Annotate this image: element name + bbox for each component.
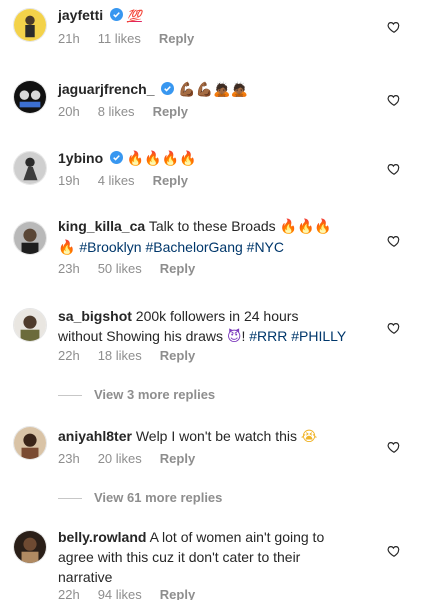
emoji-crying: 😭 xyxy=(300,429,318,445)
emoji-fire: 🔥 xyxy=(58,240,76,256)
divider xyxy=(58,498,82,500)
hashtags[interactable]: #Brooklyn #BachelorGang #NYC xyxy=(79,239,284,255)
divider xyxy=(58,395,82,397)
comment-meta: 22h 18 likes Reply xyxy=(58,348,213,363)
heart-icon[interactable] xyxy=(387,544,401,558)
comment-likes[interactable]: 8 likes xyxy=(98,104,135,119)
comment-likes[interactable]: 94 likes xyxy=(98,587,142,600)
view-more-label: View 3 more replies xyxy=(94,387,216,402)
heart-icon[interactable] xyxy=(387,93,401,107)
comment-meta: 21h 11 likes Reply xyxy=(58,31,212,46)
comment-time: 19h xyxy=(58,173,80,188)
comment-likes[interactable]: 4 likes xyxy=(98,173,135,188)
emoji-hundred: 💯 xyxy=(126,9,142,23)
comment-text: A lot of women ain't going to xyxy=(149,529,325,545)
comment-username[interactable]: sa_bigshot xyxy=(58,308,132,324)
comment-time: 23h xyxy=(58,261,80,276)
verified-badge-icon xyxy=(110,151,124,164)
comment-username[interactable]: aniyahl8ter xyxy=(58,428,132,444)
emoji-group: 💪🏾💪🏾🙇🏾🙇🏾 xyxy=(178,82,248,98)
avatar[interactable] xyxy=(13,80,47,114)
comment-text-punct: ! xyxy=(241,328,246,344)
comment-meta: 23h 50 likes Reply xyxy=(58,261,213,276)
reply-button[interactable]: Reply xyxy=(160,451,195,466)
comment-text: Welp I won't be watch this xyxy=(135,428,297,444)
heart-icon[interactable] xyxy=(387,234,401,248)
comment-username[interactable]: belly.rowland xyxy=(58,529,146,545)
reply-button[interactable]: Reply xyxy=(160,587,195,600)
emoji-fire: 🔥🔥🔥 xyxy=(279,219,332,235)
avatar[interactable] xyxy=(13,151,47,185)
reply-button[interactable]: Reply xyxy=(160,348,195,363)
heart-icon[interactable] xyxy=(387,162,401,176)
comment-text-continued: agree with this cuz it don't cater to th… xyxy=(58,549,301,565)
comment-likes[interactable]: 18 likes xyxy=(98,348,142,363)
view-more-replies-button[interactable]: View 61 more replies xyxy=(58,490,222,505)
comment-meta: 22h 94 likes Reply xyxy=(58,587,213,600)
reply-button[interactable]: Reply xyxy=(160,261,195,276)
heart-icon[interactable] xyxy=(387,440,401,454)
comment-time: 21h xyxy=(58,31,80,46)
emoji-devil: 😈 xyxy=(226,329,242,345)
verified-badge-icon xyxy=(110,8,124,21)
comment-time: 23h xyxy=(58,451,80,466)
comment-username[interactable]: jayfetti xyxy=(58,7,103,23)
emoji-fire: 🔥🔥🔥🔥 xyxy=(126,151,197,167)
heart-icon[interactable] xyxy=(387,321,401,335)
comment-meta: 20h 8 likes Reply xyxy=(58,104,206,119)
comment-likes[interactable]: 20 likes xyxy=(98,451,142,466)
avatar[interactable] xyxy=(13,221,47,255)
verified-badge-icon xyxy=(161,82,175,95)
avatar[interactable] xyxy=(13,8,47,42)
comment-likes[interactable]: 50 likes xyxy=(98,261,142,276)
avatar[interactable] xyxy=(13,426,47,460)
comment-text-continued: narrative xyxy=(58,569,113,585)
comment-text-continued: without Showing his draws xyxy=(58,328,223,344)
comment-time: 22h xyxy=(58,348,80,363)
comment-username[interactable]: king_killa_ca xyxy=(58,218,145,234)
comment-likes[interactable]: 11 likes xyxy=(98,31,141,46)
reply-button[interactable]: Reply xyxy=(153,173,188,188)
comment-meta: 23h 20 likes Reply xyxy=(58,451,213,466)
comment-username[interactable]: jaguarjfrench_ xyxy=(58,81,154,97)
comment-text: 200k followers in 24 hours xyxy=(135,308,299,324)
avatar[interactable] xyxy=(13,530,47,564)
comment-meta: 19h 4 likes Reply xyxy=(58,173,206,188)
avatar[interactable] xyxy=(13,308,47,342)
reply-button[interactable]: Reply xyxy=(153,104,188,119)
view-more-replies-button[interactable]: View 3 more replies xyxy=(58,387,215,402)
comment-username[interactable]: 1ybino xyxy=(58,150,103,166)
comment-text: Talk to these Broads xyxy=(148,218,276,234)
comment-time: 22h xyxy=(58,587,80,600)
reply-button[interactable]: Reply xyxy=(159,31,194,46)
heart-icon[interactable] xyxy=(387,20,401,34)
hashtags[interactable]: #RRR #PHILLY xyxy=(249,328,346,344)
view-more-label: View 61 more replies xyxy=(94,490,223,505)
comment-time: 20h xyxy=(58,104,80,119)
